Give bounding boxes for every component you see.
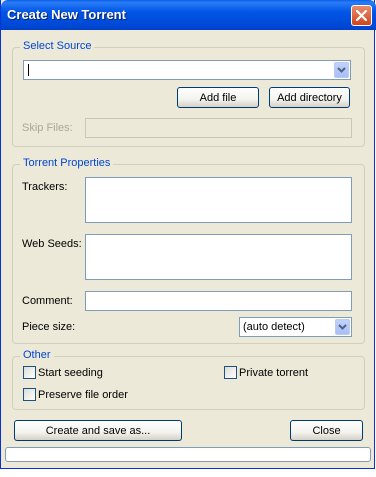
trackers-textarea[interactable] <box>85 177 352 223</box>
comment-label: Comment: <box>22 295 73 307</box>
piece-size-select[interactable]: (auto detect) <box>239 317 352 337</box>
skip-files-field[interactable] <box>85 118 352 138</box>
piece-size-dropdown-arrow[interactable] <box>335 319 350 335</box>
start-seeding-checkbox[interactable] <box>23 366 36 379</box>
progress-bar <box>5 447 371 462</box>
preserve-file-order-checkbox[interactable] <box>23 388 36 401</box>
chevron-down-icon <box>337 67 346 73</box>
add-directory-button[interactable]: Add directory <box>269 87 350 108</box>
close-icon <box>356 10 367 21</box>
close-window-button[interactable] <box>351 5 372 26</box>
torrent-properties-legend: Torrent Properties <box>20 157 114 169</box>
other-legend: Other <box>20 349 54 361</box>
create-torrent-dialog: Create New Torrent Select Source Add fil… <box>0 0 376 469</box>
other-group: Other <box>12 349 365 410</box>
source-path-combo[interactable] <box>23 60 351 80</box>
private-torrent-checkbox[interactable] <box>224 366 237 379</box>
create-and-save-button[interactable]: Create and save as... <box>14 420 182 441</box>
skip-files-label: Skip Files: <box>22 122 73 134</box>
start-seeding-label[interactable]: Start seeding <box>38 367 103 379</box>
select-source-legend: Select Source <box>20 40 95 52</box>
window-title: Create New Torrent <box>7 7 126 22</box>
comment-field[interactable] <box>85 291 352 311</box>
close-button[interactable]: Close <box>290 420 363 441</box>
trackers-label: Trackers: <box>22 181 68 193</box>
add-file-button[interactable]: Add file <box>177 87 259 108</box>
web-seeds-textarea[interactable] <box>85 234 352 280</box>
source-dropdown-arrow[interactable] <box>334 62 349 78</box>
web-seeds-label: Web Seeds: <box>22 238 82 250</box>
title-bar[interactable]: Create New Torrent <box>1 0 376 30</box>
text-cursor <box>28 64 29 76</box>
piece-size-value: (auto detect) <box>243 321 305 333</box>
piece-size-label: Piece size: <box>22 321 76 333</box>
preserve-file-order-label[interactable]: Preserve file order <box>38 389 128 401</box>
chevron-down-icon <box>338 324 347 330</box>
private-torrent-label[interactable]: Private torrent <box>239 367 308 379</box>
